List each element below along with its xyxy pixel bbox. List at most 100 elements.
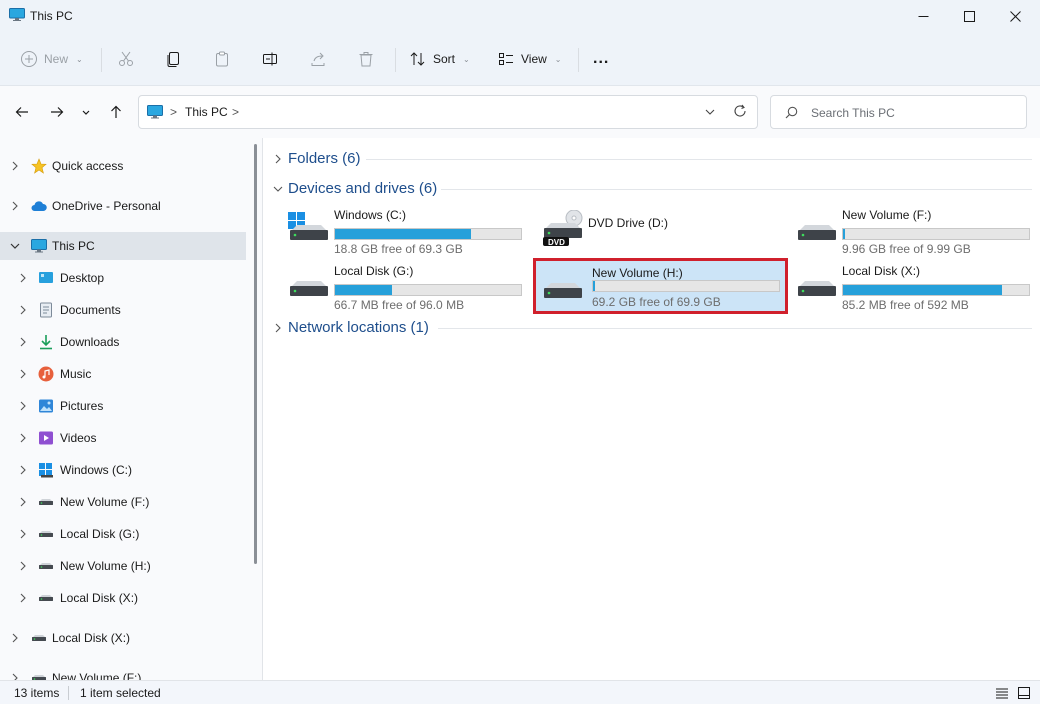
address-bar[interactable]: > This PC >: [138, 95, 758, 129]
up-button[interactable]: [106, 102, 126, 122]
drive-tile-windows-c[interactable]: Windows (C:) 18.8 GB free of 69.3 GB: [279, 200, 533, 256]
drive-usage-fill: [335, 229, 471, 239]
share-button[interactable]: [309, 46, 327, 72]
drive-name: Windows (C:): [334, 208, 407, 222]
breadcrumb-this-pc[interactable]: This PC: [185, 105, 228, 119]
sidebar-item-documents[interactable]: Documents: [0, 296, 246, 324]
group-folders[interactable]: Folders (6): [263, 147, 1040, 171]
back-button[interactable]: [12, 102, 32, 122]
drive-name: DVD Drive (D:): [588, 216, 668, 230]
sidebar-scrollbar[interactable]: [254, 144, 257, 564]
chevron-right-icon[interactable]: [18, 305, 28, 315]
sidebar-item-music[interactable]: Music: [0, 360, 246, 388]
paste-button[interactable]: [213, 46, 231, 72]
chevron-down-icon[interactable]: [703, 105, 717, 119]
chevron-right-icon[interactable]: [18, 369, 28, 379]
drive-name: New Volume (F:): [842, 208, 932, 222]
group-devices-and-drives[interactable]: Devices and drives (6): [263, 177, 1040, 201]
download-icon: [38, 334, 54, 350]
sidebar-item-new-volume-f-root[interactable]: New Volume (F:): [0, 664, 246, 680]
music-icon: [38, 366, 54, 382]
view-button[interactable]: View ⌄: [497, 46, 562, 72]
windows-drive-icon: [288, 212, 328, 240]
group-title: Folders (6): [288, 150, 361, 167]
drive-name: New Volume (H:): [592, 266, 683, 280]
drive-icon: [290, 281, 328, 296]
scissors-icon: [119, 51, 133, 66]
chevron-right-icon[interactable]: [18, 497, 28, 507]
sidebar-item-label: New Volume (H:): [60, 559, 151, 573]
drive-tile-local-disk-x[interactable]: Local Disk (X:) 85.2 MB free of 592 MB: [787, 256, 1040, 312]
sidebar-item-quick-access[interactable]: Quick access: [0, 152, 246, 180]
pictures-icon: [38, 398, 54, 414]
sidebar-item-label: Downloads: [60, 335, 120, 349]
cut-button[interactable]: [117, 46, 135, 72]
toolbar-divider: [101, 48, 102, 72]
chevron-right-icon[interactable]: [10, 201, 20, 211]
sidebar-item-onedrive[interactable]: OneDrive - Personal: [0, 192, 246, 220]
refresh-icon[interactable]: [733, 104, 747, 118]
sort-icon: [410, 52, 425, 66]
sidebar-item-local-disk-x-root[interactable]: Local Disk (X:): [0, 624, 246, 652]
chevron-right-icon[interactable]: [18, 337, 28, 347]
minimize-button[interactable]: [900, 0, 946, 32]
chevron-right-icon[interactable]: [18, 529, 28, 539]
chevron-right-icon[interactable]: [18, 401, 28, 411]
chevron-down-icon[interactable]: [10, 241, 20, 251]
more-options-button[interactable]: ...: [593, 46, 609, 72]
chevron-right-icon[interactable]: [273, 323, 283, 333]
drive-usage-bar: [842, 228, 1030, 240]
group-divider: [441, 189, 1032, 190]
forward-button[interactable]: [47, 102, 67, 122]
close-button[interactable]: [992, 0, 1038, 32]
details-view-icon[interactable]: [994, 685, 1010, 701]
sidebar-item-this-pc[interactable]: This PC: [0, 232, 246, 260]
sidebar-item-local-disk-g[interactable]: Local Disk (G:): [0, 520, 246, 548]
sort-button[interactable]: Sort ⌄: [409, 46, 470, 72]
drive-tile-local-disk-g[interactable]: Local Disk (G:) 66.7 MB free of 96.0 MB: [279, 256, 533, 312]
chevron-down-icon[interactable]: [273, 184, 283, 194]
drive-usage-bar: [592, 280, 780, 292]
chevron-right-icon[interactable]: [18, 465, 28, 475]
delete-button[interactable]: [357, 46, 375, 72]
chevron-right-icon[interactable]: [18, 593, 28, 603]
chevron-right-icon[interactable]: [273, 154, 283, 164]
drive-tile-new-volume-h[interactable]: New Volume (H:) 69.2 GB free of 69.9 GB: [533, 258, 788, 314]
drive-usage-fill: [335, 285, 392, 295]
chevron-down-icon: ⌄: [463, 54, 470, 64]
toolbar-divider: [395, 48, 396, 72]
chevron-right-icon[interactable]: [18, 273, 28, 283]
status-divider: [68, 686, 69, 700]
dvd-badge: DVD: [548, 238, 565, 247]
chevron-right-icon[interactable]: [18, 433, 28, 443]
sidebar-item-downloads[interactable]: Downloads: [0, 328, 246, 356]
sidebar-item-label: Local Disk (X:): [52, 631, 131, 645]
recent-locations-button[interactable]: [78, 102, 94, 122]
sidebar-item-videos[interactable]: Videos: [0, 424, 246, 452]
chevron-right-icon[interactable]: [10, 673, 20, 680]
chevron-right-icon[interactable]: [10, 633, 20, 643]
rename-button[interactable]: [261, 46, 279, 72]
tiles-view-icon[interactable]: [1016, 685, 1032, 701]
sidebar-item-label: Local Disk (X:): [60, 591, 139, 605]
sidebar-item-local-disk-x[interactable]: Local Disk (X:): [0, 584, 246, 612]
sidebar-item-new-volume-h[interactable]: New Volume (H:): [0, 552, 246, 580]
maximize-button[interactable]: [946, 0, 992, 32]
drive-usage-bar: [334, 284, 522, 296]
search-box[interactable]: Search This PC: [770, 95, 1027, 129]
sidebar-item-label: Videos: [60, 431, 97, 445]
group-network-locations[interactable]: Network locations (1): [263, 316, 1040, 340]
drive-free-space: 66.7 MB free of 96.0 MB: [334, 298, 465, 312]
drive-tile-dvd-d[interactable]: DVD DVD Drive (D:): [533, 200, 787, 256]
close-icon: [1009, 10, 1021, 22]
chevron-right-icon[interactable]: [10, 161, 20, 171]
new-button[interactable]: New ⌄: [20, 46, 83, 72]
drive-tile-new-volume-f[interactable]: New Volume (F:) 9.96 GB free of 9.99 GB: [787, 200, 1040, 256]
copy-button[interactable]: [165, 46, 183, 72]
sidebar-item-pictures[interactable]: Pictures: [0, 392, 246, 420]
navigation-bar: > This PC > Search This PC: [0, 86, 1040, 138]
sidebar-item-new-volume-f[interactable]: New Volume (F:): [0, 488, 246, 516]
sidebar-item-desktop[interactable]: Desktop: [0, 264, 246, 292]
chevron-right-icon[interactable]: [18, 561, 28, 571]
sidebar-item-windows-c[interactable]: Windows (C:): [0, 456, 246, 484]
